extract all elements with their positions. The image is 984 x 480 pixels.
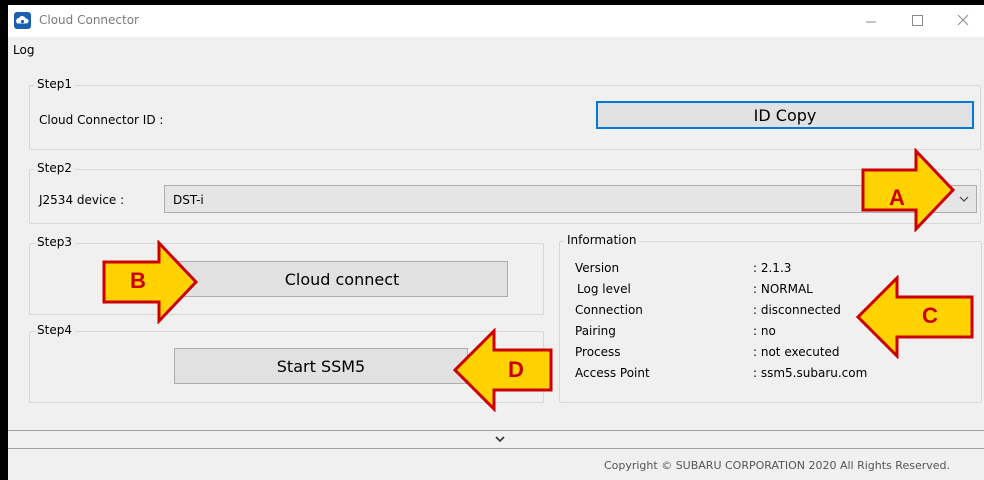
window-title: Cloud Connector (39, 13, 139, 27)
callout-arrow-d (452, 328, 553, 412)
j2534-device-label: J2534 device : (39, 193, 125, 207)
info-key: Connection (575, 303, 643, 317)
information-title: Information (564, 233, 640, 247)
cloud-app-icon (14, 12, 31, 29)
minimize-icon (866, 21, 876, 23)
j2534-device-select[interactable]: DST-i (164, 185, 977, 213)
menu-bar: Log (8, 39, 984, 61)
minimize-button[interactable] (848, 5, 894, 37)
cloud-connect-button[interactable]: Cloud connect (176, 261, 508, 297)
info-value: : 2.1.3 (753, 261, 792, 275)
step1-title: Step1 (34, 77, 75, 91)
j2534-device-value: DST-i (173, 193, 204, 207)
callout-label-c: C (922, 303, 938, 328)
title-bar: Cloud Connector (8, 5, 984, 37)
step3-title: Step3 (34, 235, 75, 249)
menu-item-log[interactable]: Log (13, 43, 34, 57)
close-button[interactable] (940, 5, 984, 37)
info-key: Pairing (575, 324, 616, 338)
copyright-text: Copyright © SUBARU CORPORATION 2020 All … (603, 459, 950, 472)
close-icon (957, 14, 969, 26)
info-value: : disconnected (753, 303, 841, 317)
info-key: Access Point (575, 366, 650, 380)
info-value: : ssm5.subaru.com (753, 366, 868, 380)
info-value: : no (753, 324, 776, 338)
info-key: Version (575, 261, 620, 275)
footer-divider (8, 430, 984, 431)
callout-label-a: A (889, 185, 905, 210)
id-copy-button[interactable]: ID Copy (596, 101, 974, 129)
info-key: Process (575, 345, 621, 359)
footer-divider (8, 448, 984, 449)
step2-title: Step2 (34, 161, 75, 175)
start-ssm5-button[interactable]: Start SSM5 (174, 348, 468, 384)
info-row-access-point: Access Point : ssm5.subaru.com (575, 366, 955, 384)
cloud-connector-id-label: Cloud Connector ID : (39, 113, 164, 127)
info-value: : NORMAL (753, 282, 813, 296)
callout-arrow-c (855, 275, 974, 359)
maximize-icon (912, 15, 923, 26)
maximize-button[interactable] (894, 5, 940, 37)
info-key: Log level (577, 282, 631, 296)
callout-label-b: B (130, 268, 146, 293)
chevron-down-icon (495, 436, 505, 443)
callout-label-d: D (508, 357, 524, 382)
info-value: : not executed (753, 345, 840, 359)
callout-arrow-a (861, 148, 956, 232)
callout-arrow-b (102, 240, 199, 324)
expand-panel-button[interactable] (492, 433, 508, 445)
step4-title: Step4 (34, 323, 75, 337)
